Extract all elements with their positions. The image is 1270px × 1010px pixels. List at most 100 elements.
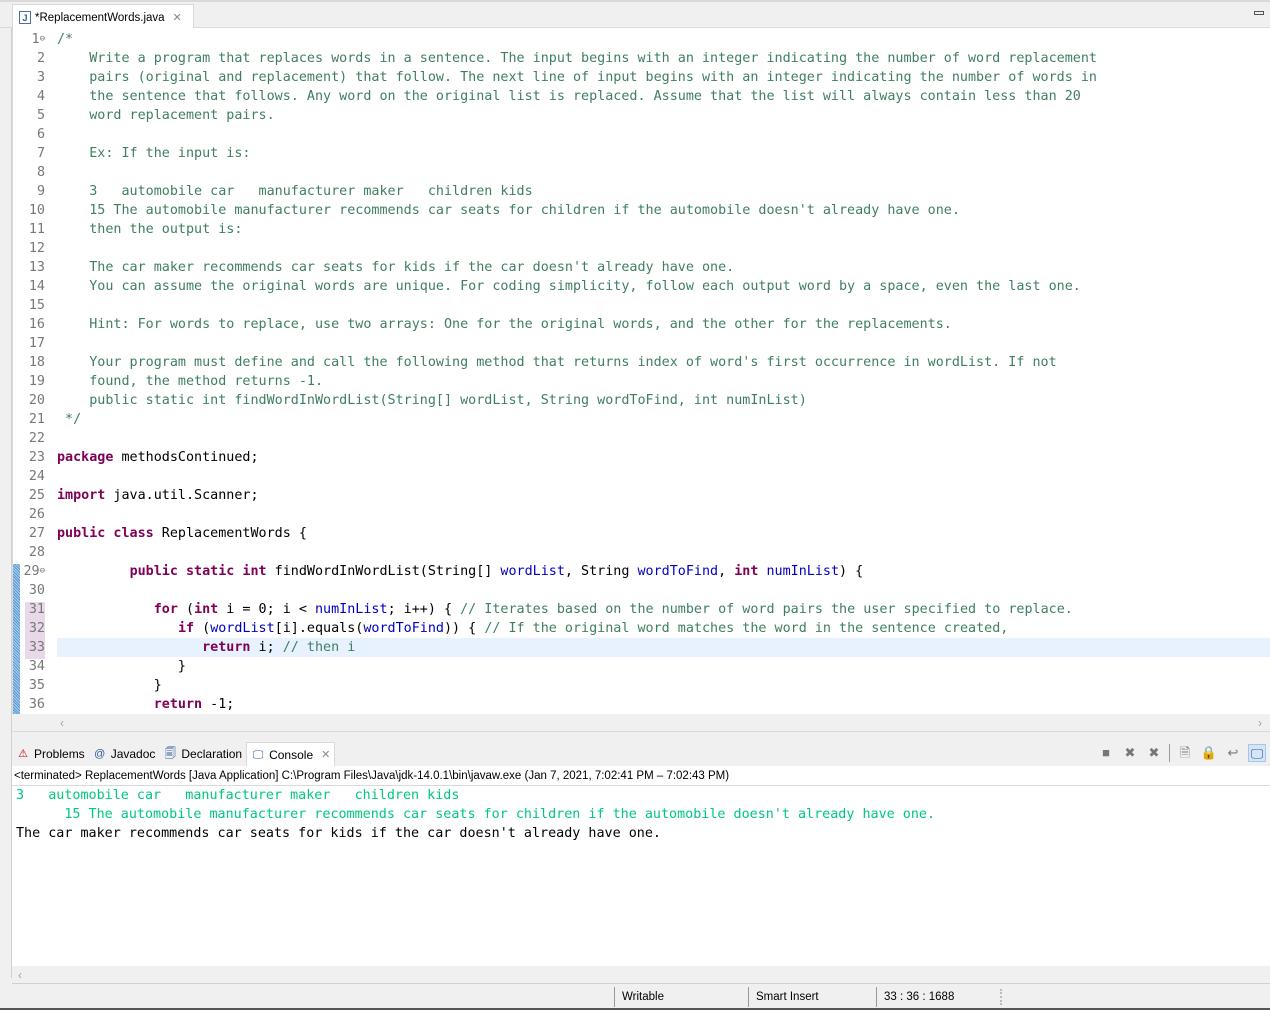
line-number: 15 <box>28 298 45 313</box>
code-line[interactable]: 2 Write a program that replaces words in… <box>13 49 1270 68</box>
editor-tab-replacementwords[interactable]: J *ReplacementWords.java ✕ <box>12 4 194 30</box>
bottom-panel-tabs: ⚠ Problems @ Javadoc 🗐 Declaration 🖵 Console ✕ <box>12 742 1270 766</box>
code-line[interactable]: 15 <box>13 296 1270 315</box>
code-line[interactable]: 25 import java.util.Scanner; <box>13 486 1270 505</box>
code-token: methodsContinued; <box>121 450 259 465</box>
comment: Ex: If the input is: <box>57 146 251 161</box>
line-number: 26 <box>28 507 45 522</box>
comment: pairs (original and replacement) that fo… <box>57 70 1097 85</box>
remove-all-icon[interactable]: ✖ <box>1145 744 1163 762</box>
code-editor[interactable]: 1⊖ /* 2 Write a program that replaces word… <box>12 28 1270 718</box>
code-line[interactable]: 30 <box>13 581 1270 600</box>
code-line[interactable]: 28 <box>13 543 1270 562</box>
code-line[interactable]: 1⊖ /* <box>13 30 1270 49</box>
scroll-lock-icon[interactable]: 🔒 <box>1200 744 1218 762</box>
close-icon[interactable]: ✕ <box>173 11 182 24</box>
tab-console[interactable]: 🖵 Console ✕ <box>246 742 336 766</box>
code-line[interactable]: 3 pairs (original and replacement) that … <box>13 68 1270 87</box>
editor-horizontal-scrollbar[interactable]: ‹ › <box>12 714 1270 732</box>
code-line[interactable]: 7 Ex: If the input is: <box>13 144 1270 163</box>
code-line[interactable]: 23 package methodsContinued; <box>13 448 1270 467</box>
code-line[interactable]: 11 then the output is: <box>13 220 1270 239</box>
scroll-left-icon[interactable]: ‹ <box>60 716 64 730</box>
code-text: You can assume the original words are un… <box>57 277 1081 296</box>
terminate-icon[interactable]: ■ <box>1097 744 1115 762</box>
javadoc-icon: @ <box>94 748 106 760</box>
line-number: 24 <box>28 469 45 484</box>
code-line[interactable]: 12 <box>13 239 1270 258</box>
code-line[interactable]: 18 Your program must define and call the… <box>13 353 1270 372</box>
code-line[interactable]: 6 <box>13 125 1270 144</box>
insert-mode-status[interactable]: Smart Insert <box>748 987 876 1007</box>
code-text: } <box>57 657 186 676</box>
code-line[interactable]: 19 found, the method returns -1. <box>13 372 1270 391</box>
line-number: 36 <box>28 697 45 712</box>
code-line[interactable]: 22 <box>13 429 1270 448</box>
problems-icon: ⚠ <box>18 748 28 760</box>
console-output[interactable]: 3 automobile car manufacturer maker chil… <box>12 786 1270 966</box>
code-line[interactable]: 13 The car maker recommends car seats fo… <box>13 258 1270 277</box>
comment: /* <box>57 32 74 47</box>
code-line[interactable]: 36 return -1; <box>13 695 1270 714</box>
variable: wordToFind <box>363 621 444 636</box>
tab-problems[interactable]: ⚠ Problems <box>12 742 89 766</box>
comment: the sentence that follows. Any word on t… <box>57 89 1081 104</box>
code-text: Ex: If the input is: <box>57 144 250 163</box>
clear-console-icon[interactable]: 🗎 <box>1176 744 1194 762</box>
code-line[interactable]: 26 <box>13 505 1270 524</box>
code-line[interactable]: 29⊖ public static int findWordInWordList… <box>13 562 1270 581</box>
code-text: pairs (original and replacement) that fo… <box>57 68 1097 87</box>
word-wrap-icon[interactable]: ↩ <box>1224 744 1242 762</box>
code-line[interactable]: 8 <box>13 163 1270 182</box>
tab-javadoc[interactable]: @ Javadoc <box>89 742 160 766</box>
code-line[interactable]: 16 Hint: For words to replace, use two a… <box>13 315 1270 334</box>
line-number: 20 <box>28 393 45 408</box>
line-number: 34 <box>28 659 45 674</box>
code-text: then the output is: <box>57 220 242 239</box>
fold-collapse-icon[interactable]: ⊖ <box>40 34 45 44</box>
code-text: The car maker recommends car seats for k… <box>57 258 734 277</box>
code-line[interactable]: 17 <box>13 334 1270 353</box>
comment: word replacement pairs. <box>57 108 275 123</box>
line-number: 6 <box>36 127 45 142</box>
line-number: 8 <box>36 165 45 180</box>
comment: 15 The automobile manufacturer recommend… <box>57 203 960 218</box>
display-console-icon[interactable]: 🖵 <box>1248 744 1266 762</box>
code-line[interactable]: 24 <box>13 467 1270 486</box>
code-token: [i].equals( <box>274 621 364 636</box>
scroll-left-icon[interactable]: ‹ <box>18 968 22 982</box>
code-line[interactable]: 10 15 The automobile manufacturer recomm… <box>13 201 1270 220</box>
close-icon[interactable]: ✕ <box>321 748 330 761</box>
code-line[interactable]: 20 public static int findWordInWordList(… <box>13 391 1270 410</box>
code-line[interactable]: 4 the sentence that follows. Any word on… <box>13 87 1270 106</box>
line-number: 27 <box>28 526 45 541</box>
fold-collapse-icon[interactable]: ⊖ <box>40 566 45 576</box>
console-horizontal-scrollbar[interactable]: ‹ <box>12 966 1270 984</box>
code-line[interactable]: 5 word replacement pairs. <box>13 106 1270 125</box>
minimize-icon[interactable] <box>1254 11 1264 15</box>
code-line[interactable]: 35 } <box>13 676 1270 695</box>
code-line[interactable]: 31 for (int i = 0; i < numInList; i++) {… <box>13 600 1270 619</box>
code-text: package methodsContinued; <box>57 448 259 467</box>
code-line[interactable]: 21 */ <box>13 410 1270 429</box>
tab-declaration[interactable]: 🗐 Declaration <box>159 742 246 766</box>
line-number: 12 <box>28 241 45 256</box>
code-text: if (wordList[i].equals(wordToFind)) { //… <box>57 619 1008 638</box>
code-line[interactable]: 27 public class ReplacementWords { <box>13 524 1270 543</box>
remove-launch-icon[interactable]: ✖ <box>1121 744 1139 762</box>
code-token: , String <box>564 564 638 579</box>
keyword: int <box>734 564 759 579</box>
code-token: java.util.Scanner; <box>105 488 259 503</box>
scroll-right-icon[interactable]: › <box>1258 716 1262 730</box>
code-line[interactable]: 34 } <box>13 657 1270 676</box>
code-text: Write a program that replaces words in a… <box>57 49 1097 68</box>
line-number: 21 <box>28 412 45 427</box>
code-line[interactable]: 9 3 automobile car manufacturer maker ch… <box>13 182 1270 201</box>
code-line[interactable]: 14 You can assume the original words are… <box>13 277 1270 296</box>
code-text: /* <box>57 30 73 49</box>
code-line[interactable]: 32 if (wordList[i].equals(wordToFind)) {… <box>13 619 1270 638</box>
code-text: Your program must define and call the fo… <box>57 353 1056 372</box>
code-line[interactable]: 33 return i; // then i <box>13 638 1270 657</box>
